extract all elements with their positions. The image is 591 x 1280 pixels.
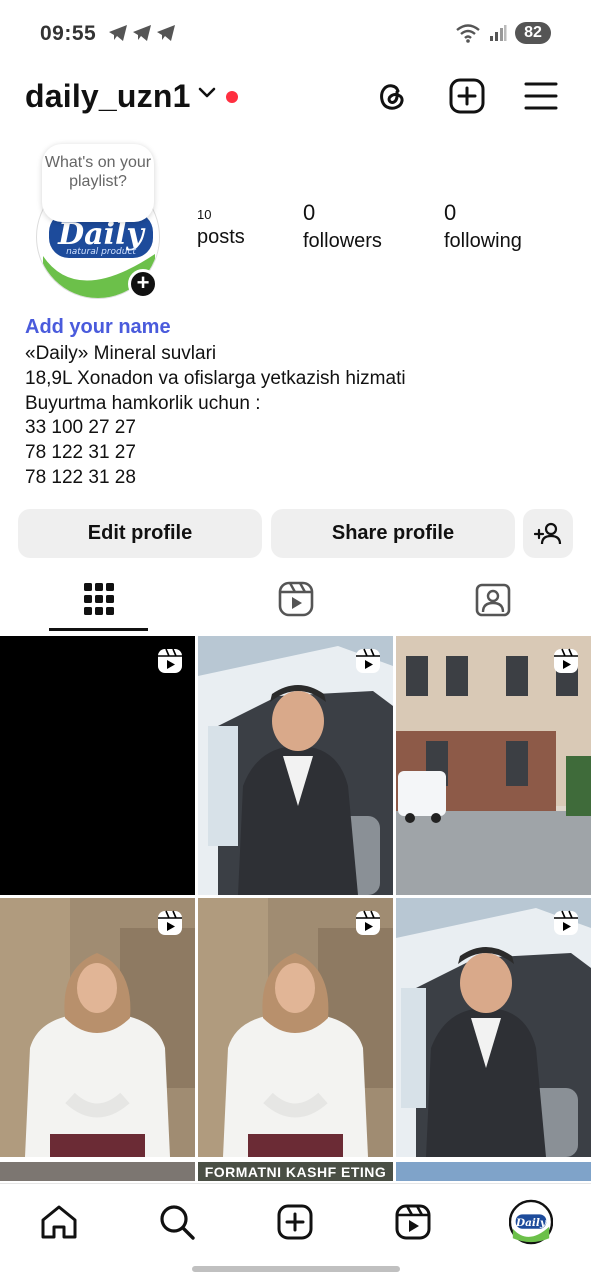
create-icon — [277, 1204, 313, 1240]
stat-posts[interactable]: 10 posts — [197, 200, 245, 249]
grid-post[interactable] — [0, 1162, 195, 1181]
nav-search[interactable] — [155, 1200, 199, 1244]
tab-tagged[interactable] — [394, 566, 591, 632]
add-story-button[interactable]: + — [128, 269, 158, 299]
nav-create[interactable] — [273, 1200, 317, 1244]
stat-followers[interactable]: 0 followers — [303, 200, 382, 253]
posts-count: 10 — [197, 207, 212, 222]
reel-icon — [356, 648, 380, 673]
reel-icon — [554, 910, 578, 935]
grid-post[interactable] — [0, 898, 195, 1157]
reel-icon — [158, 648, 182, 673]
grid-icon — [83, 583, 114, 615]
tab-reels[interactable] — [197, 566, 394, 632]
discover-people-button[interactable] — [523, 509, 573, 558]
bio-phone: 78 122 31 27 — [25, 442, 136, 464]
chevron-down-icon[interactable] — [197, 86, 217, 100]
nav-reels[interactable] — [391, 1200, 435, 1244]
search-icon — [160, 1205, 195, 1240]
posts-label: posts — [197, 226, 245, 248]
notification-dot — [226, 91, 238, 103]
menu-icon[interactable] — [521, 76, 561, 116]
username[interactable]: daily_uzn1 — [25, 78, 191, 115]
bio-line: Buyurtma hamkorlik uchun : — [25, 392, 261, 414]
reel-icon — [554, 648, 578, 673]
svg-text:natural product: natural product — [66, 247, 136, 257]
add-name-link[interactable]: Add your name — [25, 316, 565, 342]
grid-post[interactable] — [198, 898, 393, 1157]
post-image-van-man — [198, 636, 393, 895]
reel-icon — [356, 910, 380, 935]
bio-line: «Daily» Mineral suvlari — [25, 343, 217, 364]
stat-following[interactable]: 0 following — [444, 200, 522, 253]
battery-indicator: 82 — [515, 22, 551, 44]
tab-grid[interactable] — [0, 566, 197, 632]
notification-icons — [108, 24, 176, 42]
following-label: following — [444, 230, 522, 252]
status-bar: 09:55 82 — [0, 0, 591, 68]
bio: Add your name «Daily» Mineral suvlari 18… — [25, 316, 565, 491]
followers-count: 0 — [303, 200, 316, 225]
profile-avatar: Daily — [509, 1199, 553, 1245]
grid-post[interactable] — [396, 1162, 591, 1181]
grid-post[interactable] — [396, 898, 591, 1157]
active-tab-indicator — [49, 628, 148, 631]
nav-home[interactable] — [37, 1200, 81, 1244]
svg-text:Daily: Daily — [515, 1217, 547, 1229]
status-time: 09:55 — [40, 22, 97, 45]
post-image-van-man — [396, 898, 591, 1157]
grid-post[interactable]: FORMATNI KASHF ETING — [198, 1162, 393, 1181]
nav-profile[interactable]: Daily — [509, 1199, 553, 1245]
home-indicator — [192, 1266, 400, 1272]
signal-icon — [490, 25, 507, 41]
post-caption-overlay: FORMATNI KASHF ETING — [204, 1164, 387, 1180]
reels-icon — [395, 1204, 431, 1240]
followers-label: followers — [303, 230, 382, 252]
home-icon — [41, 1205, 77, 1239]
note-bubble[interactable]: What's on your playlist? — [42, 144, 154, 222]
tagged-icon — [475, 583, 510, 617]
grid-post[interactable] — [0, 636, 195, 895]
bio-line: 18,9L Xonadon va ofislarga yetkazish hiz… — [25, 367, 406, 389]
add-person-icon — [534, 522, 562, 544]
reels-icon — [278, 581, 313, 617]
telegram-icon — [157, 25, 175, 41]
following-count: 0 — [444, 200, 457, 225]
profile-tabs — [0, 566, 591, 632]
grid-post[interactable] — [198, 636, 393, 895]
post-image-woman — [0, 898, 195, 1157]
threads-icon[interactable] — [372, 76, 412, 116]
create-icon[interactable] — [447, 76, 487, 116]
bio-phone: 78 122 31 28 — [25, 466, 136, 488]
telegram-icon — [109, 25, 127, 41]
telegram-icon — [133, 25, 151, 41]
bio-phone: 33 100 27 27 — [25, 417, 136, 439]
profile-header: daily_uzn1 — [0, 72, 591, 122]
share-profile-button[interactable]: Share profile — [271, 509, 515, 558]
reel-icon — [158, 910, 182, 935]
post-image-woman — [198, 898, 393, 1157]
edit-profile-button[interactable]: Edit profile — [18, 509, 262, 558]
grid-post[interactable] — [396, 636, 591, 895]
posts-grid: FORMATNI KASHF ETING — [0, 636, 591, 1181]
status-right: 82 — [455, 22, 551, 44]
wifi-icon — [456, 24, 480, 43]
post-image-building — [396, 636, 591, 895]
